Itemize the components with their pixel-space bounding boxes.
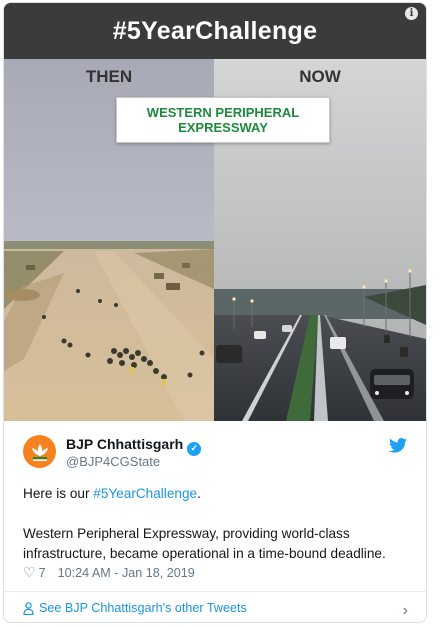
twitter-bird-icon[interactable]	[389, 438, 407, 458]
tweet-text-line-1: Here is our #5YearChallenge.	[23, 484, 418, 504]
chevron-right-icon[interactable]: ›	[403, 602, 408, 620]
embedded-tweet-card: #5YearChallenge i THEN NOW WESTERN PERIP…	[3, 2, 427, 623]
sign-line-2: EXPRESSWAY	[178, 120, 268, 135]
tweet-intro-text: Here is our	[23, 486, 94, 501]
verified-badge-icon: ✓	[187, 441, 202, 456]
tweet-text: Here is our #5YearChallenge. Western Per…	[23, 484, 418, 564]
divider	[4, 591, 426, 592]
then-label: THEN	[85, 67, 133, 86]
expressway-sign: WESTERN PERIPHERAL EXPRESSWAY	[116, 97, 330, 143]
tweet-period: .	[197, 486, 201, 501]
see-more-tweets-link[interactable]: See BJP Chhattisgarh's other Tweets	[23, 601, 247, 615]
hashtag-link[interactable]: #5YearChallenge	[93, 486, 197, 501]
info-icon[interactable]: i	[405, 7, 418, 20]
lotus-icon	[31, 443, 48, 461]
media-banner: #5YearChallenge	[4, 3, 426, 59]
see-more-label: See BJP Chhattisgarh's other Tweets	[39, 601, 247, 615]
tweet-meta: ♡ 7 10:24 AM - Jan 18, 2019	[23, 564, 195, 581]
author-name-link[interactable]: BJP Chhattisgarh ✓	[66, 436, 202, 456]
tweet-timestamp[interactable]: 10:24 AM - Jan 18, 2019	[58, 566, 195, 580]
tweet-media-image[interactable]: #5YearChallenge i THEN NOW WESTERN PERIP…	[4, 3, 426, 421]
person-icon	[23, 601, 34, 615]
heart-icon[interactable]: ♡	[23, 564, 36, 581]
author-name: BJP Chhattisgarh	[66, 436, 184, 452]
sign-line-1: WESTERN PERIPHERAL	[146, 105, 300, 120]
tweet-body-text: Western Peripheral Expressway, providing…	[23, 526, 386, 561]
now-label: NOW	[299, 67, 341, 86]
media-banner-title: #5YearChallenge	[112, 16, 318, 45]
author-handle[interactable]: @BJP4CGState	[66, 454, 160, 469]
like-count[interactable]: 7	[39, 566, 46, 580]
bjp-lotus-logo-avatar[interactable]	[23, 435, 56, 468]
